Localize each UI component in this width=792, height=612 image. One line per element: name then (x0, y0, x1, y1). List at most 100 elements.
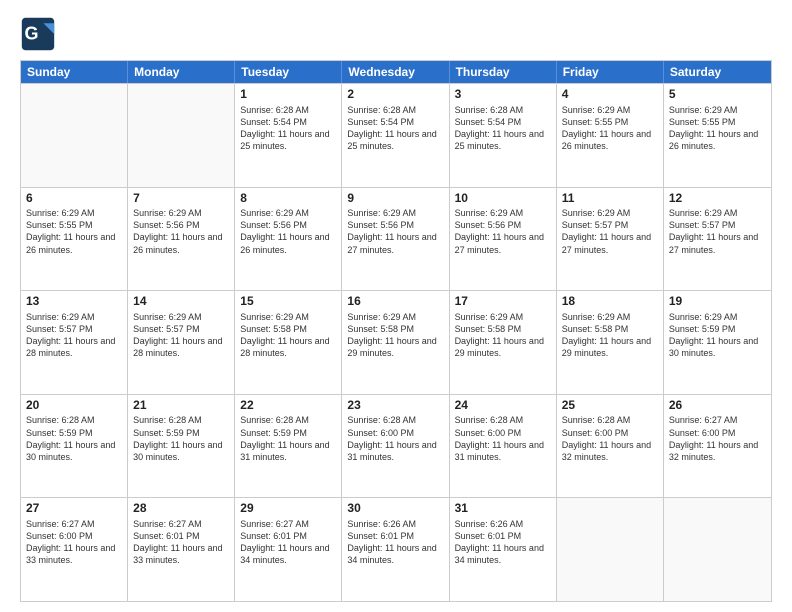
calendar-cell: 3Sunrise: 6:28 AM Sunset: 5:54 PM Daylig… (450, 84, 557, 187)
calendar-cell: 20Sunrise: 6:28 AM Sunset: 5:59 PM Dayli… (21, 395, 128, 498)
day-number: 5 (669, 87, 766, 103)
day-info: Sunrise: 6:28 AM Sunset: 6:00 PM Dayligh… (455, 414, 551, 463)
calendar-week-2: 6Sunrise: 6:29 AM Sunset: 5:55 PM Daylig… (21, 187, 771, 291)
calendar-cell: 5Sunrise: 6:29 AM Sunset: 5:55 PM Daylig… (664, 84, 771, 187)
day-number: 15 (240, 294, 336, 310)
calendar-cell: 21Sunrise: 6:28 AM Sunset: 5:59 PM Dayli… (128, 395, 235, 498)
day-info: Sunrise: 6:28 AM Sunset: 5:59 PM Dayligh… (240, 414, 336, 463)
day-info: Sunrise: 6:28 AM Sunset: 5:54 PM Dayligh… (347, 104, 443, 153)
day-info: Sunrise: 6:28 AM Sunset: 5:54 PM Dayligh… (240, 104, 336, 153)
day-info: Sunrise: 6:28 AM Sunset: 6:00 PM Dayligh… (347, 414, 443, 463)
header-day-monday: Monday (128, 61, 235, 83)
calendar-cell: 7Sunrise: 6:29 AM Sunset: 5:56 PM Daylig… (128, 188, 235, 291)
day-info: Sunrise: 6:29 AM Sunset: 5:56 PM Dayligh… (455, 207, 551, 256)
day-info: Sunrise: 6:29 AM Sunset: 5:56 PM Dayligh… (347, 207, 443, 256)
day-info: Sunrise: 6:27 AM Sunset: 6:01 PM Dayligh… (240, 518, 336, 567)
calendar-cell: 28Sunrise: 6:27 AM Sunset: 6:01 PM Dayli… (128, 498, 235, 601)
day-info: Sunrise: 6:27 AM Sunset: 6:00 PM Dayligh… (669, 414, 766, 463)
calendar-cell: 13Sunrise: 6:29 AM Sunset: 5:57 PM Dayli… (21, 291, 128, 394)
calendar-cell: 15Sunrise: 6:29 AM Sunset: 5:58 PM Dayli… (235, 291, 342, 394)
day-number: 16 (347, 294, 443, 310)
calendar-cell: 31Sunrise: 6:26 AM Sunset: 6:01 PM Dayli… (450, 498, 557, 601)
day-number: 6 (26, 191, 122, 207)
day-info: Sunrise: 6:29 AM Sunset: 5:58 PM Dayligh… (455, 311, 551, 360)
calendar-cell: 11Sunrise: 6:29 AM Sunset: 5:57 PM Dayli… (557, 188, 664, 291)
calendar-cell: 9Sunrise: 6:29 AM Sunset: 5:56 PM Daylig… (342, 188, 449, 291)
day-info: Sunrise: 6:29 AM Sunset: 5:56 PM Dayligh… (133, 207, 229, 256)
day-info: Sunrise: 6:29 AM Sunset: 5:58 PM Dayligh… (240, 311, 336, 360)
day-number: 7 (133, 191, 229, 207)
day-number: 22 (240, 398, 336, 414)
calendar-cell (21, 84, 128, 187)
day-number: 3 (455, 87, 551, 103)
day-number: 24 (455, 398, 551, 414)
calendar-cell (557, 498, 664, 601)
day-number: 2 (347, 87, 443, 103)
page-header: G (20, 16, 772, 52)
day-info: Sunrise: 6:29 AM Sunset: 5:58 PM Dayligh… (347, 311, 443, 360)
header-day-friday: Friday (557, 61, 664, 83)
calendar-cell: 10Sunrise: 6:29 AM Sunset: 5:56 PM Dayli… (450, 188, 557, 291)
calendar-cell: 30Sunrise: 6:26 AM Sunset: 6:01 PM Dayli… (342, 498, 449, 601)
day-info: Sunrise: 6:29 AM Sunset: 5:59 PM Dayligh… (669, 311, 766, 360)
svg-text:G: G (25, 23, 39, 43)
day-info: Sunrise: 6:26 AM Sunset: 6:01 PM Dayligh… (347, 518, 443, 567)
calendar-cell: 14Sunrise: 6:29 AM Sunset: 5:57 PM Dayli… (128, 291, 235, 394)
calendar-cell: 24Sunrise: 6:28 AM Sunset: 6:00 PM Dayli… (450, 395, 557, 498)
day-info: Sunrise: 6:29 AM Sunset: 5:57 PM Dayligh… (669, 207, 766, 256)
calendar-cell: 6Sunrise: 6:29 AM Sunset: 5:55 PM Daylig… (21, 188, 128, 291)
day-number: 30 (347, 501, 443, 517)
day-number: 4 (562, 87, 658, 103)
day-info: Sunrise: 6:29 AM Sunset: 5:57 PM Dayligh… (562, 207, 658, 256)
calendar-cell: 25Sunrise: 6:28 AM Sunset: 6:00 PM Dayli… (557, 395, 664, 498)
logo: G (20, 16, 62, 52)
day-info: Sunrise: 6:27 AM Sunset: 6:01 PM Dayligh… (133, 518, 229, 567)
calendar-cell: 8Sunrise: 6:29 AM Sunset: 5:56 PM Daylig… (235, 188, 342, 291)
day-info: Sunrise: 6:26 AM Sunset: 6:01 PM Dayligh… (455, 518, 551, 567)
calendar-cell: 18Sunrise: 6:29 AM Sunset: 5:58 PM Dayli… (557, 291, 664, 394)
day-number: 19 (669, 294, 766, 310)
header-day-wednesday: Wednesday (342, 61, 449, 83)
day-number: 18 (562, 294, 658, 310)
day-number: 21 (133, 398, 229, 414)
calendar-cell: 1Sunrise: 6:28 AM Sunset: 5:54 PM Daylig… (235, 84, 342, 187)
day-number: 20 (26, 398, 122, 414)
calendar-body: 1Sunrise: 6:28 AM Sunset: 5:54 PM Daylig… (21, 83, 771, 601)
calendar: SundayMondayTuesdayWednesdayThursdayFrid… (20, 60, 772, 602)
day-number: 29 (240, 501, 336, 517)
day-number: 28 (133, 501, 229, 517)
header-day-saturday: Saturday (664, 61, 771, 83)
day-number: 31 (455, 501, 551, 517)
calendar-week-5: 27Sunrise: 6:27 AM Sunset: 6:00 PM Dayli… (21, 497, 771, 601)
calendar-cell (664, 498, 771, 601)
day-number: 11 (562, 191, 658, 207)
calendar-header: SundayMondayTuesdayWednesdayThursdayFrid… (21, 61, 771, 83)
day-info: Sunrise: 6:29 AM Sunset: 5:57 PM Dayligh… (26, 311, 122, 360)
calendar-cell: 17Sunrise: 6:29 AM Sunset: 5:58 PM Dayli… (450, 291, 557, 394)
calendar-cell: 22Sunrise: 6:28 AM Sunset: 5:59 PM Dayli… (235, 395, 342, 498)
day-info: Sunrise: 6:28 AM Sunset: 5:54 PM Dayligh… (455, 104, 551, 153)
day-info: Sunrise: 6:29 AM Sunset: 5:55 PM Dayligh… (562, 104, 658, 153)
day-info: Sunrise: 6:27 AM Sunset: 6:00 PM Dayligh… (26, 518, 122, 567)
calendar-cell: 16Sunrise: 6:29 AM Sunset: 5:58 PM Dayli… (342, 291, 449, 394)
day-number: 10 (455, 191, 551, 207)
calendar-cell: 26Sunrise: 6:27 AM Sunset: 6:00 PM Dayli… (664, 395, 771, 498)
header-day-tuesday: Tuesday (235, 61, 342, 83)
day-number: 23 (347, 398, 443, 414)
day-info: Sunrise: 6:29 AM Sunset: 5:57 PM Dayligh… (133, 311, 229, 360)
day-info: Sunrise: 6:29 AM Sunset: 5:56 PM Dayligh… (240, 207, 336, 256)
calendar-cell: 4Sunrise: 6:29 AM Sunset: 5:55 PM Daylig… (557, 84, 664, 187)
day-number: 25 (562, 398, 658, 414)
calendar-cell: 27Sunrise: 6:27 AM Sunset: 6:00 PM Dayli… (21, 498, 128, 601)
logo-icon: G (20, 16, 56, 52)
day-info: Sunrise: 6:29 AM Sunset: 5:58 PM Dayligh… (562, 311, 658, 360)
day-number: 26 (669, 398, 766, 414)
calendar-week-4: 20Sunrise: 6:28 AM Sunset: 5:59 PM Dayli… (21, 394, 771, 498)
day-info: Sunrise: 6:29 AM Sunset: 5:55 PM Dayligh… (26, 207, 122, 256)
day-number: 13 (26, 294, 122, 310)
calendar-cell: 12Sunrise: 6:29 AM Sunset: 5:57 PM Dayli… (664, 188, 771, 291)
day-info: Sunrise: 6:28 AM Sunset: 5:59 PM Dayligh… (26, 414, 122, 463)
day-info: Sunrise: 6:28 AM Sunset: 6:00 PM Dayligh… (562, 414, 658, 463)
calendar-week-3: 13Sunrise: 6:29 AM Sunset: 5:57 PM Dayli… (21, 290, 771, 394)
day-number: 14 (133, 294, 229, 310)
